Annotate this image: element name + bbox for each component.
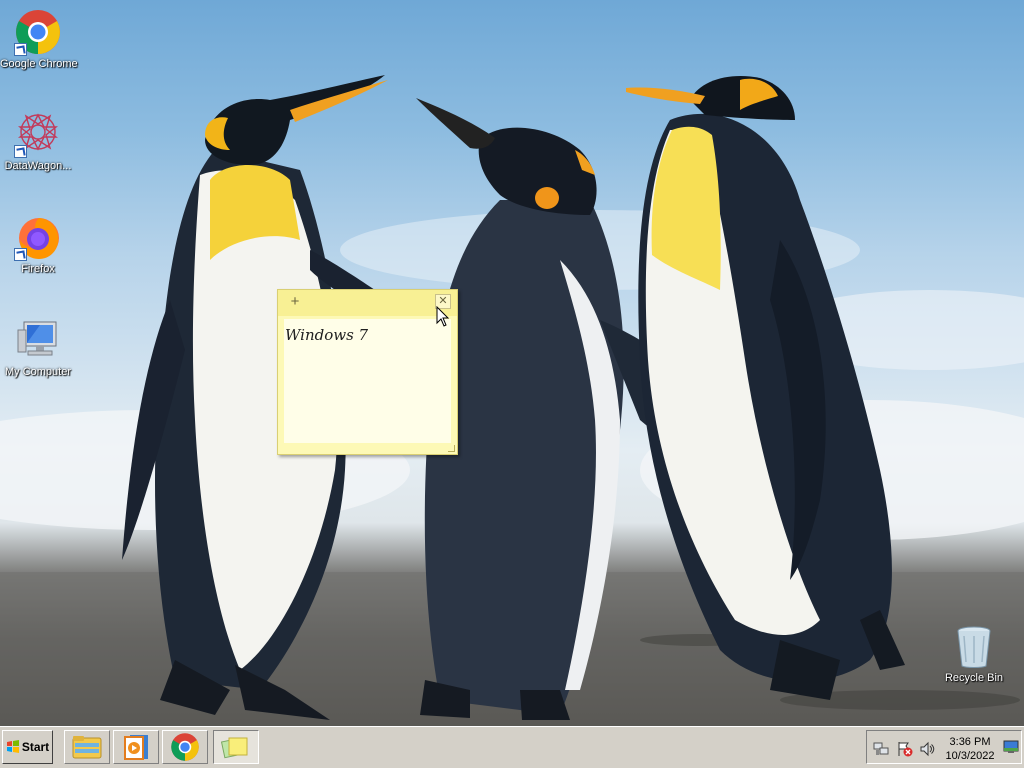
chrome-icon [171,733,199,761]
sticky-note-titlebar[interactable] [278,290,457,316]
media-player-icon [124,735,148,760]
desktop-icon-firefox[interactable]: Firefox [0,213,76,276]
recycle-bin-icon [950,622,998,670]
system-tray: 3:36 PM 10/3/2022 [866,730,1022,764]
shortcut-arrow-icon [14,248,27,261]
firefox-icon [14,213,62,261]
shortcut-arrow-icon [14,43,27,56]
clock-time: 3:36 PM [949,736,991,748]
penguins-image [0,75,1024,726]
show-desktop-icon[interactable] [1003,740,1019,754]
datawagon-icon [14,110,62,158]
volume-icon[interactable] [919,741,935,757]
clock[interactable]: 3:36 PM 10/3/2022 [935,735,1005,763]
mouse-pointer-icon [436,306,450,327]
computer-icon [14,316,62,364]
file-explorer-icon [72,736,102,759]
new-note-button[interactable]: + [288,294,302,309]
taskbar-button-sticky-notes[interactable] [213,730,259,764]
desktop-icon-my-computer[interactable]: My Computer [0,316,76,379]
desktop-icon-label: Firefox [21,263,55,275]
desktop-wallpaper [0,0,1024,726]
sticky-note[interactable]: + ✕ Windows 7 [277,289,458,455]
windows-logo-icon [6,740,19,753]
taskbar-button-chrome[interactable] [162,730,208,764]
desktop-icon-datawagon[interactable]: DataWagon... [0,110,76,173]
sticky-note-body[interactable]: Windows 7 [284,319,451,443]
shortcut-arrow-icon [14,145,27,158]
desktop-icon-label: Google Chrome [0,58,78,70]
network-icon[interactable] [873,741,889,757]
sticky-note-text[interactable]: Windows 7 [285,326,368,344]
taskbar: Start 3:36 PM 10/3/2022 [0,726,1024,768]
clock-date: 10/3/2022 [945,750,995,762]
desktop-icon-label: My Computer [4,366,72,378]
desktop-icon-label: DataWagon... [4,160,72,172]
start-button[interactable]: Start [2,730,53,764]
action-center-icon[interactable] [897,741,913,757]
taskbar-button-file-explorer[interactable] [64,730,110,764]
desktop-icon-recycle-bin[interactable]: Recycle Bin [936,622,1012,685]
desktop-icon-google-chrome[interactable]: Google Chrome [0,8,78,71]
chrome-icon [14,8,62,56]
start-label: Start [21,740,50,754]
taskbar-button-media-player[interactable] [113,730,159,764]
sticky-notes-icon [221,737,248,759]
desktop-icon-label: Recycle Bin [944,672,1004,684]
resize-grip-icon[interactable] [448,445,455,452]
